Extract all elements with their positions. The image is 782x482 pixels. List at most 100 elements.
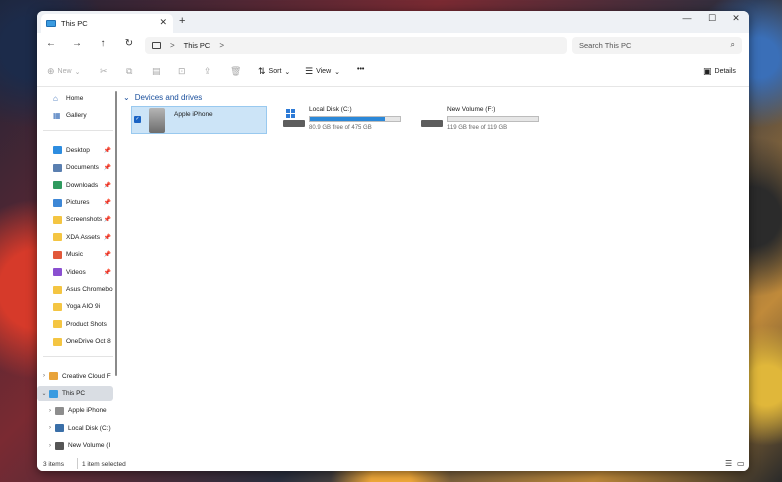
sidebar-item[interactable]: ⌂ Home	[37, 91, 113, 106]
search-input[interactable]: Search This PC ⌕	[572, 37, 742, 54]
breadcrumb-separator[interactable]: >	[219, 41, 224, 50]
sidebar-divider	[43, 129, 113, 131]
chevron-right-icon[interactable]: ›	[45, 443, 55, 449]
sidebar-item[interactable]: › New Volume (I	[37, 438, 113, 453]
close-button[interactable]: ✕	[726, 13, 746, 24]
music-icon	[53, 250, 62, 259]
sort-button[interactable]: ⇅ Sort ⌄	[258, 66, 290, 77]
sidebar-item[interactable]: ▦ Gallery	[37, 108, 113, 123]
iphone-icon	[55, 406, 64, 415]
drive-icon	[55, 441, 64, 450]
documents-icon	[53, 163, 62, 172]
chevron-right-icon[interactable]: ›	[45, 425, 55, 431]
sidebar-item-label: Documents	[66, 164, 99, 172]
copy-icon[interactable]: ⧉	[126, 66, 132, 77]
item-count: 3 items	[43, 461, 64, 468]
chevron-down-icon[interactable]: ⌄	[39, 390, 49, 397]
view-icon: ☰	[305, 66, 314, 76]
chevron-down-icon: ⌄	[334, 68, 340, 76]
address-bar[interactable]: > This PC >	[145, 37, 567, 54]
pin-icon[interactable]: 📌	[104, 182, 111, 189]
pin-icon[interactable]: 📌	[104, 147, 111, 154]
content-area: ⌄ Devices and drives ✓ Apple iPhone Loca…	[121, 89, 745, 457]
sidebar-item[interactable]: › Apple iPhone	[37, 403, 113, 418]
sidebar-item[interactable]: Videos 📌	[37, 265, 113, 280]
sidebar-item[interactable]: OneDrive Oct 8	[37, 334, 113, 349]
sidebar-item-label: Desktop	[66, 146, 90, 154]
pin-icon[interactable]: 📌	[104, 164, 111, 171]
chevron-down-icon: ⌄	[123, 93, 130, 102]
pin-icon[interactable]: 📌	[104, 199, 111, 206]
new-button[interactable]: ⊕ New ⌄	[47, 66, 80, 77]
sidebar-item[interactable]: Downloads 📌	[37, 178, 113, 193]
details-button[interactable]: ▣ Details	[703, 66, 736, 77]
new-label: New	[57, 68, 72, 75]
sidebar-item[interactable]: Pictures 📌	[37, 195, 113, 210]
sidebar-item[interactable]: › Creative Cloud F	[37, 369, 113, 384]
free-space-text: 119 GB free of 119 GB	[447, 125, 508, 131]
drive-icon	[421, 120, 443, 127]
sidebar-item[interactable]: Product Shots	[37, 317, 113, 332]
cut-icon[interactable]: ✂	[100, 66, 108, 77]
desktop-icon	[53, 146, 62, 155]
share-icon[interactable]: ⇪	[204, 66, 212, 77]
minimize-button[interactable]: —	[677, 13, 697, 23]
sidebar-item-label: OneDrive Oct 8	[66, 338, 111, 346]
gallery-icon: ▦	[53, 110, 61, 120]
view-button[interactable]: ☰ View ⌄	[305, 66, 340, 77]
sidebar-item[interactable]: ⌄ This PC	[37, 386, 113, 401]
device-tile-apple-iphone[interactable]: ✓ Apple iPhone	[131, 106, 267, 134]
this-pc-icon	[46, 20, 56, 27]
group-header[interactable]: ⌄ Devices and drives	[123, 93, 202, 102]
sidebar-item[interactable]: Screenshots 📌	[37, 212, 113, 227]
selection-count: 1 item selected	[82, 461, 126, 468]
sidebar-item[interactable]: Documents 📌	[37, 160, 113, 175]
downloads-icon	[53, 181, 62, 190]
details-pane-icon: ▣	[703, 66, 712, 76]
sidebar-item[interactable]: XDA Assets 📌	[37, 230, 113, 245]
sidebar-item[interactable]: Desktop 📌	[37, 143, 113, 158]
device-tile-local-disk-c[interactable]: Local Disk (C:) 80.9 GB free of 475 GB	[281, 106, 411, 134]
sidebar-item[interactable]: Yoga AIO 9i	[37, 299, 113, 314]
sidebar-item[interactable]: Music 📌	[37, 247, 113, 262]
new-tab-button[interactable]: +	[179, 15, 185, 27]
sidebar-item-label: Gallery	[66, 112, 87, 120]
rename-icon[interactable]: ⊡	[178, 66, 186, 77]
sidebar-item-label: Videos	[66, 268, 86, 276]
sidebar-item-label: XDA Assets	[66, 233, 100, 241]
see-more-button[interactable]: •••	[357, 66, 364, 73]
home-icon: ⌂	[53, 93, 58, 103]
folder-icon	[53, 302, 62, 311]
new-icon: ⊕	[47, 66, 55, 76]
forward-button[interactable]: →	[70, 38, 84, 49]
maximize-button[interactable]: ☐	[702, 13, 722, 24]
paste-icon[interactable]: ▤	[152, 66, 161, 77]
sidebar-item[interactable]: Asus Chromebo	[37, 282, 113, 297]
breadcrumb-this-pc[interactable]: This PC	[184, 41, 211, 50]
pin-icon[interactable]: 📌	[104, 216, 111, 223]
chevron-down-icon: ⌄	[284, 68, 291, 76]
details-view-icon[interactable]: ☰	[725, 459, 732, 468]
pin-icon[interactable]: 📌	[104, 234, 111, 241]
delete-icon[interactable]: 🗑	[230, 66, 241, 77]
sort-icon: ⇅	[258, 66, 266, 76]
sort-label: Sort	[268, 68, 282, 75]
sidebar-scrollbar[interactable]	[115, 91, 117, 376]
device-tile-new-volume-f[interactable]: New Volume (F:) 119 GB free of 119 GB	[419, 106, 549, 134]
sidebar-item[interactable]: › Local Disk (C:)	[37, 421, 113, 436]
pin-icon[interactable]: 📌	[104, 269, 111, 276]
pin-icon[interactable]: 📌	[104, 251, 111, 258]
local-disk-icon	[55, 424, 64, 433]
chevron-right-icon[interactable]: ›	[45, 408, 55, 414]
checkbox-checked-icon[interactable]: ✓	[134, 116, 141, 123]
tab-this-pc[interactable]: This PC ✕	[41, 14, 173, 33]
up-button[interactable]: ↑	[96, 38, 110, 49]
back-button[interactable]: ←	[44, 38, 58, 49]
chevron-right-icon[interactable]: ›	[39, 373, 49, 379]
title-bar: This PC ✕ + — ☐ ✕	[37, 11, 749, 33]
refresh-button[interactable]: ↻	[122, 38, 136, 49]
tiles-view-icon[interactable]: ▭	[737, 459, 745, 468]
sidebar-item-label: Screenshots	[66, 216, 103, 224]
tab-close-icon[interactable]: ✕	[159, 17, 167, 28]
creative-cloud-icon	[49, 372, 58, 381]
